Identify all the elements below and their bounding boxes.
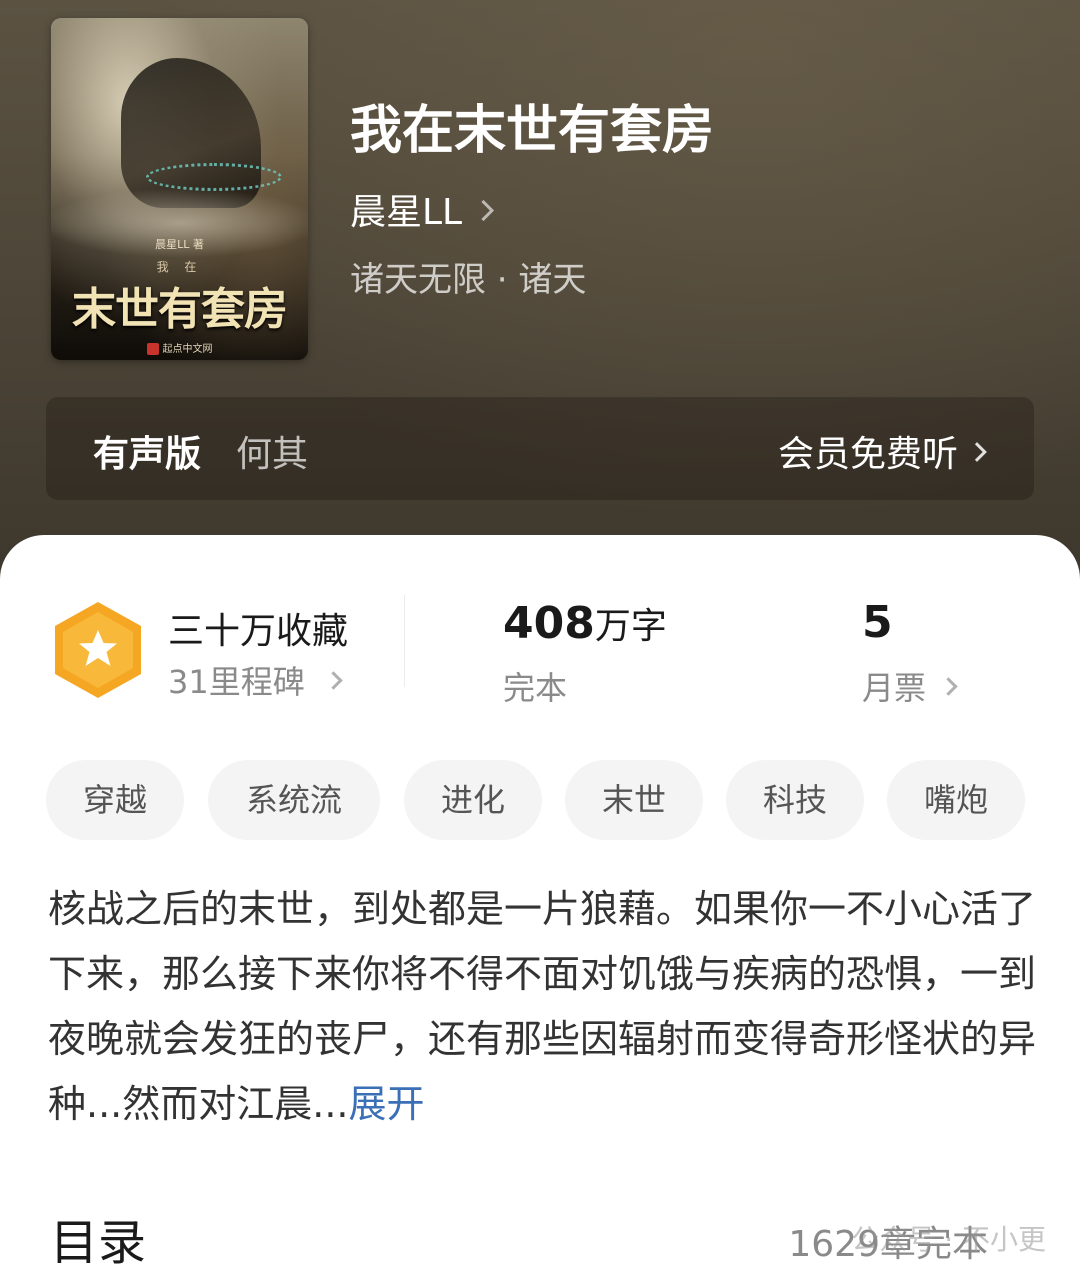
milestone-label: 31里程碑 (168, 663, 305, 701)
tag-chip[interactable]: 系统流 (208, 760, 380, 840)
member-free-listen-label: 会员免费听 (777, 434, 958, 475)
member-free-listen-button[interactable]: 会员免费听 (777, 425, 987, 477)
monthly-ticket-label: 月票 (862, 669, 927, 707)
cover-title: 末世有套房 (72, 284, 288, 335)
publisher-logo-icon (146, 343, 159, 355)
expand-synopsis-link[interactable]: 展开 (348, 1082, 424, 1126)
audio-version-label: 有声版 (93, 434, 202, 475)
book-cover[interactable]: 晨星LL 著 我 在 末世有套房 起点中文网 (51, 18, 308, 360)
milestone-link[interactable]: 31里程碑 (168, 657, 343, 703)
audio-version-bar[interactable]: 有声版 何其 会员免费听 (46, 397, 1034, 500)
stats-divider (404, 595, 405, 687)
book-category: 诸天无限 · 诸天 (350, 260, 587, 300)
tag-chip[interactable]: 进化 (404, 760, 542, 840)
chevron-right-icon (324, 670, 343, 690)
tag-chip[interactable]: 末世 (565, 760, 703, 840)
word-count: 408万字 (503, 597, 667, 649)
book-detail-panel: 三十万收藏 31里程碑 408万字 完本 5 月票 穿越 系统流 进化 末世 科… (0, 535, 1080, 1279)
collection-count: 三十万收藏 (168, 611, 349, 652)
milestone-star-badge-icon[interactable] (53, 600, 143, 700)
watermark: 公众号 · 不小更 (851, 1223, 1046, 1256)
synopsis-text: 核战之后的末世，到处都是一片狼藉。如果你一不小心活了下来，那么接下来你将不得不面… (48, 887, 1037, 1126)
audio-narrator: 何其 (236, 434, 309, 475)
synopsis: 核战之后的末世，到处都是一片狼藉。如果你一不小心活了下来，那么接下来你将不得不面… (48, 877, 1038, 1137)
cover-author: 晨星LL 著 (155, 238, 204, 251)
word-count-value: 408 (503, 598, 595, 649)
completion-status: 完本 (503, 669, 568, 707)
table-of-contents-title[interactable]: 目录 (50, 1203, 146, 1273)
chevron-right-icon (967, 442, 987, 462)
author-name: 晨星LL (350, 192, 463, 233)
cover-artwork-lights (146, 163, 282, 191)
monthly-ticket-link[interactable]: 月票 (862, 663, 958, 709)
book-title: 我在末世有套房 (350, 100, 715, 161)
cover-publisher-label: 起点中文网 (162, 344, 213, 355)
tag-list: 穿越 系统流 进化 末世 科技 嘴炮 (46, 760, 1046, 840)
tag-chip[interactable]: 嘴炮 (887, 760, 1025, 840)
tag-chip[interactable]: 科技 (726, 760, 864, 840)
tag-chip[interactable]: 穿越 (46, 760, 184, 840)
chevron-right-icon (473, 199, 495, 221)
author-link[interactable]: 晨星LL (350, 183, 495, 235)
word-count-unit: 万字 (594, 606, 667, 647)
monthly-ticket-count: 5 (862, 597, 893, 648)
cover-publisher: 起点中文网 (51, 340, 308, 355)
chevron-right-icon (939, 676, 958, 696)
